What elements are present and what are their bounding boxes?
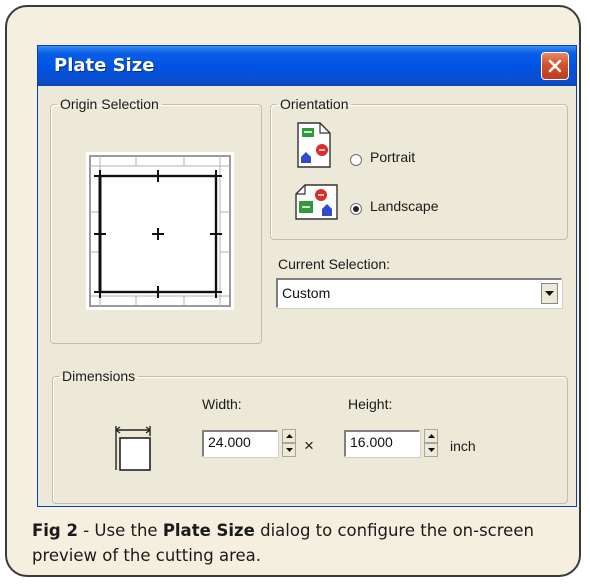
origin-grid[interactable] bbox=[86, 152, 234, 310]
plate-dimension-icon bbox=[115, 426, 151, 471]
caption-fig-number: Fig 2 bbox=[32, 521, 78, 540]
dialog-title: Plate Size bbox=[54, 55, 155, 76]
height-decrement-button[interactable] bbox=[424, 443, 438, 457]
caption-sep: - Use the bbox=[77, 521, 163, 540]
unit-label: inch bbox=[450, 438, 476, 454]
height-label: Height: bbox=[348, 396, 393, 412]
height-input[interactable]: 16.000 bbox=[344, 430, 420, 457]
width-input[interactable]: 24.000 bbox=[202, 430, 278, 457]
current-selection-value: Custom bbox=[282, 285, 331, 301]
current-selection-combo[interactable]: Custom bbox=[276, 278, 562, 308]
portrait-radio[interactable] bbox=[350, 154, 362, 166]
figure-caption: Fig 2 - Use the Plate Size dialog to con… bbox=[32, 518, 562, 568]
current-selection-label: Current Selection: bbox=[278, 256, 391, 272]
chevron-down-icon bbox=[545, 291, 554, 296]
portrait-page-icon bbox=[297, 122, 331, 168]
landscape-page-icon bbox=[295, 184, 338, 220]
origin-selection-legend: Origin Selection bbox=[60, 96, 159, 112]
dropdown-button[interactable] bbox=[541, 283, 558, 304]
arrow-up-icon bbox=[286, 434, 293, 438]
width-label: Width: bbox=[202, 396, 242, 412]
title-bar[interactable]: Plate Size bbox=[38, 46, 576, 86]
figure-card: Plate Size Origin Selection Orientation … bbox=[5, 5, 581, 577]
orientation-legend: Orientation bbox=[280, 96, 349, 112]
close-icon bbox=[548, 59, 562, 73]
dimensions-legend: Dimensions bbox=[62, 368, 136, 384]
times-sign: × bbox=[304, 436, 314, 455]
portrait-label[interactable]: Portrait bbox=[370, 149, 415, 165]
width-stepper[interactable] bbox=[282, 429, 296, 457]
arrow-up-icon bbox=[428, 434, 435, 438]
arrow-down-icon bbox=[286, 448, 293, 452]
landscape-label[interactable]: Landscape bbox=[370, 198, 439, 214]
landscape-radio[interactable] bbox=[350, 203, 362, 215]
plate-size-dialog: Plate Size Origin Selection Orientation … bbox=[37, 45, 577, 507]
height-stepper[interactable] bbox=[424, 429, 438, 457]
height-increment-button[interactable] bbox=[424, 429, 438, 443]
close-button[interactable] bbox=[541, 52, 569, 80]
width-decrement-button[interactable] bbox=[282, 443, 296, 457]
caption-dialog-name: Plate Size bbox=[162, 521, 255, 540]
arrow-down-icon bbox=[428, 448, 435, 452]
width-increment-button[interactable] bbox=[282, 429, 296, 443]
